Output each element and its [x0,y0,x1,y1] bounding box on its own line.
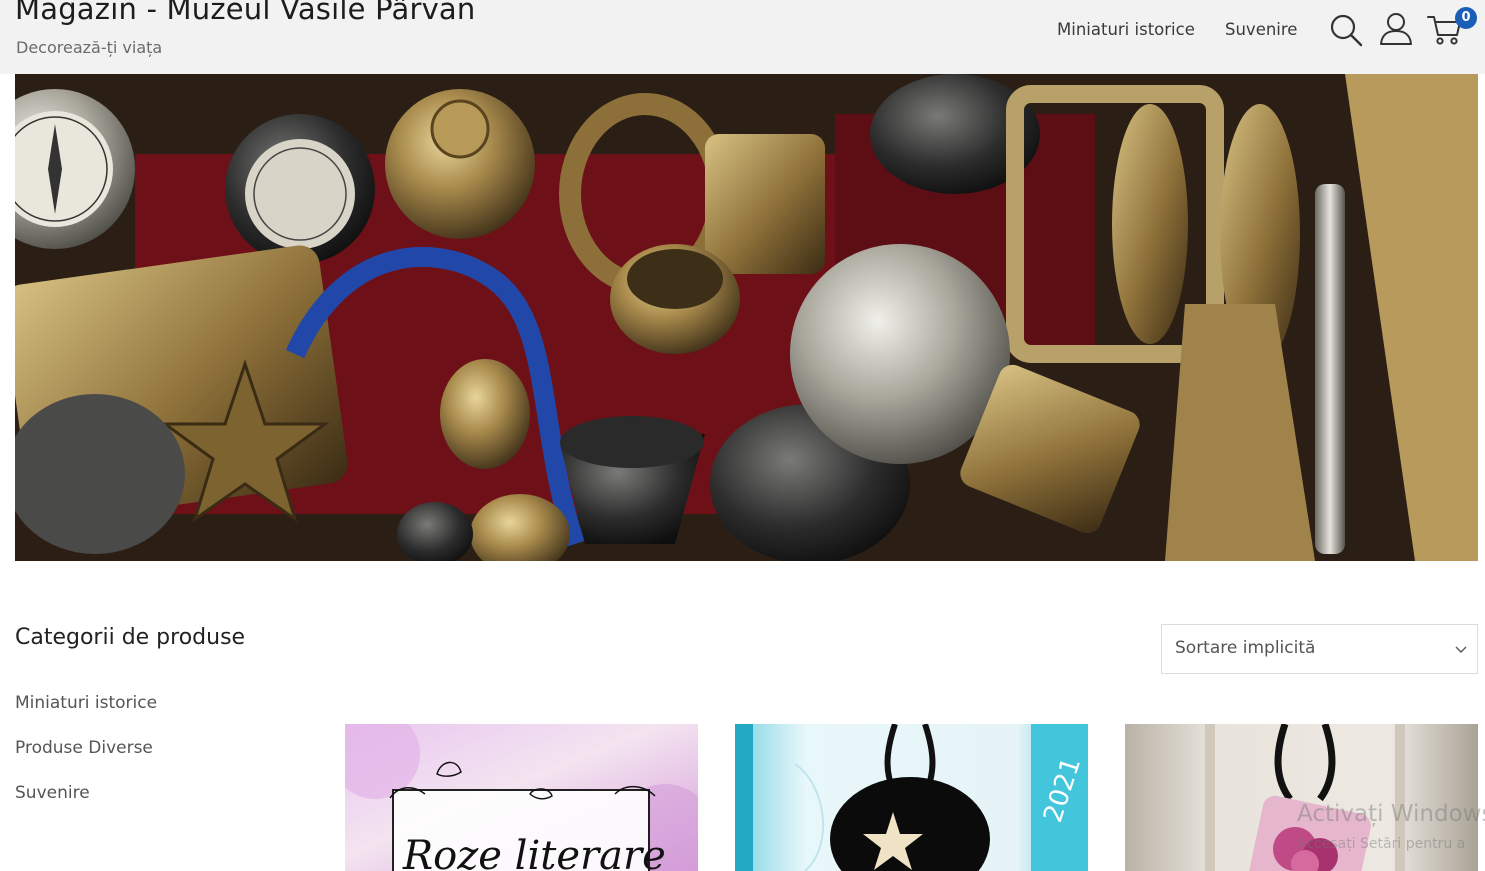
hero-banner-image [15,74,1478,561]
cart-count-badge[interactable]: 0 [1455,7,1477,29]
category-link-produse-diverse[interactable]: Produse Diverse [15,738,153,758]
user-icon[interactable] [1378,11,1414,47]
product-categories-title: Categorii de produse [15,625,246,650]
product-image-text: Roze literare [402,833,666,871]
nav-miniaturi-istorice[interactable]: Miniaturi istorice [1057,20,1195,39]
site-header: Magazin - Muzeul Vasile Pârvan Decorează… [0,0,1485,74]
search-icon[interactable] [1328,12,1364,48]
windows-activation-subtext: Accesați Setări pentru a [1297,836,1466,852]
product-card-image[interactable]: 2021 [735,724,1088,871]
sort-selected-value: Sortare implicită [1175,638,1316,658]
sort-select[interactable]: Sortare implicită [1161,624,1478,674]
category-link-suvenire[interactable]: Suvenire [15,783,90,803]
chevron-down-icon [1455,646,1467,653]
nav-suvenire[interactable]: Suvenire [1225,20,1297,39]
product-card-image[interactable]: Roze literare [345,724,698,871]
windows-activation-watermark: Activați Windows [1297,801,1485,827]
category-link-miniaturi-istorice[interactable]: Miniaturi istorice [15,693,157,713]
site-tagline: Decorează-ți viața [16,38,163,57]
site-title[interactable]: Magazin - Muzeul Vasile Pârvan [15,0,475,26]
